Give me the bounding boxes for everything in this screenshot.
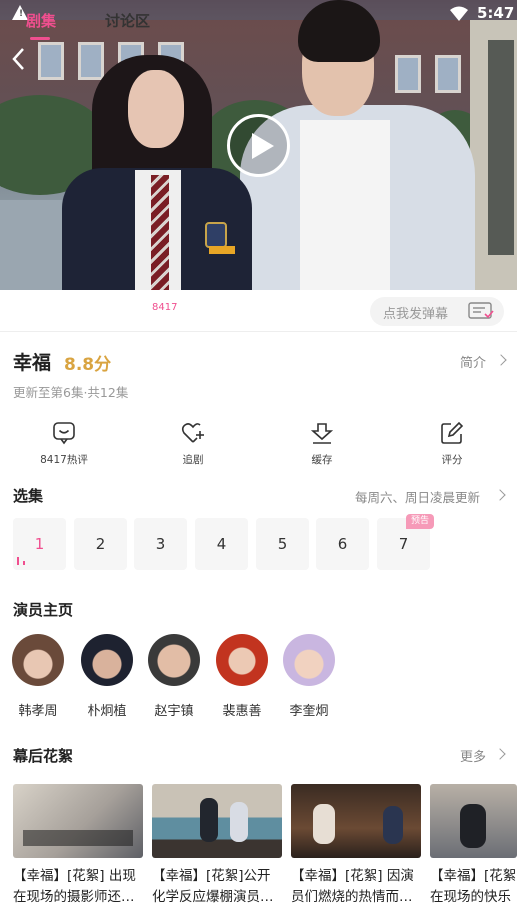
avatar	[81, 634, 133, 686]
cast-name: 韩孝周	[18, 704, 58, 719]
preview-badge: 预告	[406, 514, 434, 529]
episode-button[interactable]: 2	[74, 518, 127, 570]
episode-number: 2	[95, 535, 106, 553]
boy-tshirt	[300, 120, 390, 290]
danmu-placeholder: 点我发弹幕	[383, 307, 449, 322]
clip-thumbnail	[152, 784, 282, 858]
tab-episodes[interactable]: 剧集	[26, 10, 56, 40]
avatar	[148, 634, 200, 686]
back-arrow-icon[interactable]	[8, 44, 30, 74]
chevron-right-icon[interactable]	[495, 354, 507, 366]
girl-face	[128, 70, 184, 148]
name-tag	[209, 246, 235, 254]
chevron-right-icon[interactable]	[494, 748, 506, 760]
door-window	[488, 40, 514, 255]
danmu-input[interactable]: 点我发弹幕	[370, 297, 504, 326]
episode-number: 7	[398, 535, 409, 553]
clip-caption: 【幸福】[花絮] 因演 员们燃烧的热情而…	[291, 868, 414, 905]
episode-number: 1	[34, 535, 45, 553]
avatar	[12, 634, 64, 686]
warning-mark: !	[19, 9, 24, 19]
wifi-icon	[450, 6, 468, 21]
edit-icon	[441, 421, 464, 444]
clip-card[interactable]: 【幸福】[花絮] 出现 在现场的摄影师还…	[13, 784, 143, 910]
episode-number: 3	[155, 535, 166, 553]
avatar	[283, 634, 335, 686]
update-info: 更新至第6集·共12集	[13, 385, 129, 400]
follow-button[interactable]: 追剧	[153, 420, 233, 467]
cast-member[interactable]: 韩孝周	[7, 634, 69, 719]
download-button[interactable]: 缓存	[282, 420, 362, 467]
extras-section-title: 幕后花絮	[13, 747, 74, 765]
episode-number: 4	[216, 535, 227, 553]
heart-plus-icon	[181, 423, 204, 443]
building-window	[38, 42, 64, 80]
episode-button[interactable]: 5	[256, 518, 309, 570]
clip-caption: 【幸福】[花絮 在现场的快乐	[430, 868, 517, 905]
follow-label: 追剧	[182, 454, 204, 466]
cast-name: 裴惠善	[222, 704, 262, 719]
comment-icon	[53, 422, 75, 445]
episode-button[interactable]: 1	[13, 518, 66, 570]
rate-label: 评分	[441, 454, 463, 466]
cast-section-title: 演员主页	[13, 601, 74, 619]
clip-card[interactable]: 【幸福】[花絮] 因演 员们燃烧的热情而…	[291, 784, 421, 910]
status-bar: ! 5:47	[0, 0, 517, 28]
cast-name: 李奎炯	[289, 704, 329, 719]
comment-label: 8417热评	[40, 454, 88, 466]
status-time: 5:47	[477, 4, 515, 22]
show-title: 幸福	[13, 352, 52, 374]
clip-caption: 【幸福】[花絮]公开 化学反应爆棚演员…	[152, 868, 274, 905]
clip-card[interactable]: 【幸福】[花絮 在现场的快乐	[430, 784, 517, 910]
chevron-right-icon[interactable]	[494, 489, 506, 501]
discussion-count: 8417	[152, 302, 178, 313]
episode-button[interactable]: 4	[195, 518, 248, 570]
clip-caption: 【幸福】[花絮] 出现 在现场的摄影师还…	[13, 868, 136, 905]
now-playing-icon	[17, 555, 27, 565]
play-button-icon[interactable]	[227, 114, 290, 177]
show-score: 8.8分	[64, 355, 112, 375]
comment-button[interactable]: 8417热评	[24, 420, 104, 467]
danmu-toggle-icon[interactable]	[468, 301, 494, 321]
tab-discussion[interactable]: 讨论区	[105, 10, 150, 31]
cast-member[interactable]: 朴炯植	[76, 634, 138, 719]
intro-link[interactable]: 简介	[460, 352, 486, 371]
episode-button[interactable]: 6	[316, 518, 369, 570]
episode-number: 5	[277, 535, 288, 553]
cast-member[interactable]: 裴惠善	[211, 634, 273, 719]
school-badge	[205, 222, 227, 248]
episode-number: 6	[337, 535, 348, 553]
clip-card[interactable]: 【幸福】[花絮]公开 化学反应爆棚演员…	[152, 784, 282, 910]
building-window	[435, 55, 461, 93]
cast-member[interactable]: 赵宇镇	[143, 634, 205, 719]
download-icon	[310, 423, 334, 444]
cast-name: 赵宇镇	[154, 704, 194, 719]
girl-tie	[151, 175, 169, 290]
clip-thumbnail	[291, 784, 421, 858]
update-schedule[interactable]: 每周六、周日凌晨更新	[355, 487, 480, 506]
building-window	[395, 55, 421, 93]
clip-thumbnail	[430, 784, 517, 858]
episodes-section-title: 选集	[13, 487, 44, 505]
avatar	[216, 634, 268, 686]
cast-member[interactable]: 李奎炯	[278, 634, 340, 719]
building-window	[78, 42, 104, 80]
episode-button[interactable]: 3	[134, 518, 187, 570]
cast-name: 朴炯植	[87, 704, 127, 719]
clip-thumbnail	[13, 784, 143, 858]
rate-button[interactable]: 评分	[412, 420, 492, 467]
more-link[interactable]: 更多	[460, 746, 486, 765]
download-label: 缓存	[311, 454, 333, 466]
